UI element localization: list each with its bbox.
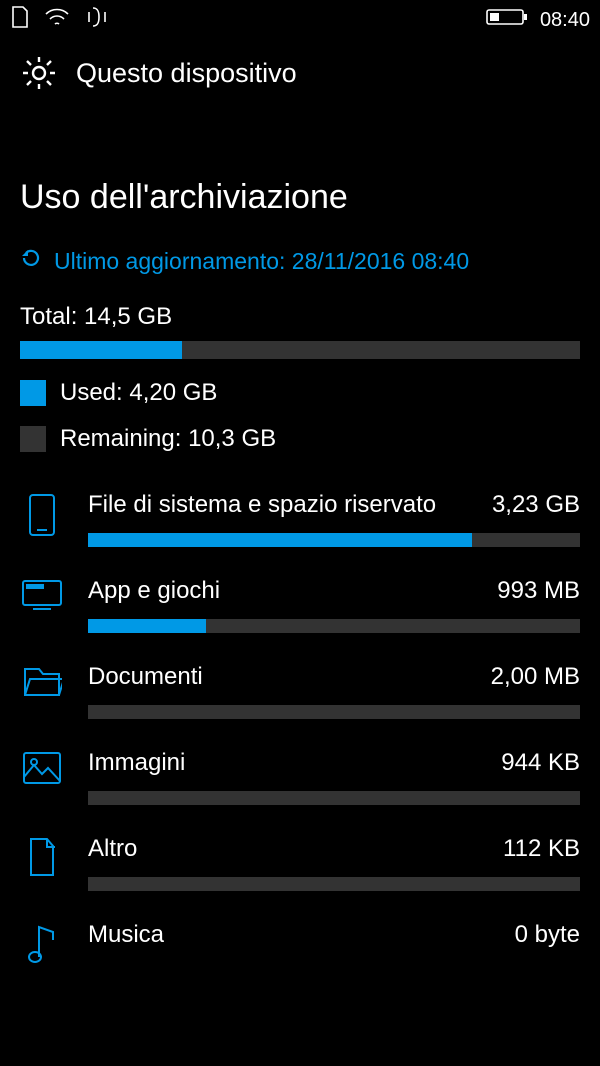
storage-category-row[interactable]: File di sistema e spazio riservato 3,23 G…	[20, 475, 580, 561]
category-size: 3,23 GB	[492, 491, 580, 519]
category-size: 944 KB	[501, 749, 580, 777]
category-size: 0 byte	[515, 921, 580, 949]
page-header: Questo dispositivo	[0, 40, 600, 100]
category-bar-fill	[88, 619, 206, 633]
category-name: File di sistema e spazio riservato	[88, 491, 436, 519]
legend-used-label: Used: 4,20 GB	[60, 379, 217, 407]
refresh-icon	[20, 247, 42, 275]
settings-gear-icon[interactable]	[20, 54, 58, 92]
page-header-title: Questo dispositivo	[76, 58, 297, 89]
category-size: 993 MB	[497, 577, 580, 605]
docs-icon	[20, 663, 64, 699]
page-title: Uso dell'archiviazione	[20, 178, 580, 217]
category-size: 2,00 MB	[491, 663, 580, 691]
category-bar	[88, 705, 580, 719]
category-size: 112 KB	[503, 835, 580, 863]
category-name: Musica	[88, 921, 164, 949]
wifi-icon	[44, 6, 70, 34]
last-update-row[interactable]: Ultimo aggiornamento: 28/11/2016 08:40	[20, 247, 580, 275]
storage-category-row[interactable]: Altro 112 KB	[20, 819, 580, 905]
sim-icon	[10, 5, 30, 35]
legend-remaining: Remaining: 10,3 GB	[20, 425, 580, 453]
category-bar	[88, 619, 580, 633]
status-icons-left	[10, 5, 110, 35]
category-bar	[88, 791, 580, 805]
storage-total-bar	[20, 341, 580, 359]
storage-category-row[interactable]: Documenti 2,00 MB	[20, 647, 580, 733]
storage-total-label: Total: 14,5 GB	[20, 303, 580, 331]
status-icons-right: 08:40	[486, 7, 590, 33]
phone-icon	[20, 491, 64, 537]
storage-total-bar-fill	[20, 341, 182, 359]
other-icon	[20, 835, 64, 877]
legend-remaining-swatch	[20, 426, 46, 452]
last-update-text: Ultimo aggiornamento: 28/11/2016 08:40	[54, 248, 469, 275]
category-bar-fill	[88, 533, 472, 547]
category-name: App e giochi	[88, 577, 220, 605]
legend-used: Used: 4,20 GB	[20, 379, 580, 407]
category-name: Documenti	[88, 663, 203, 691]
status-bar: 08:40	[0, 0, 600, 40]
category-bar	[88, 877, 580, 891]
status-time: 08:40	[540, 9, 590, 32]
category-name: Immagini	[88, 749, 185, 777]
music-icon	[20, 921, 64, 965]
storage-category-row[interactable]: Immagini 944 KB	[20, 733, 580, 819]
apps-icon	[20, 577, 64, 613]
storage-category-row[interactable]: App e giochi 993 MB	[20, 561, 580, 647]
images-icon	[20, 749, 64, 785]
legend-remaining-label: Remaining: 10,3 GB	[60, 425, 276, 453]
category-bar	[88, 533, 580, 547]
category-name: Altro	[88, 835, 137, 863]
legend-used-swatch	[20, 380, 46, 406]
battery-icon	[486, 7, 528, 33]
vibrate-icon	[84, 5, 110, 35]
storage-category-row[interactable]: Musica 0 byte	[20, 905, 580, 979]
storage-category-list: File di sistema e spazio riservato 3,23 G…	[20, 475, 580, 979]
